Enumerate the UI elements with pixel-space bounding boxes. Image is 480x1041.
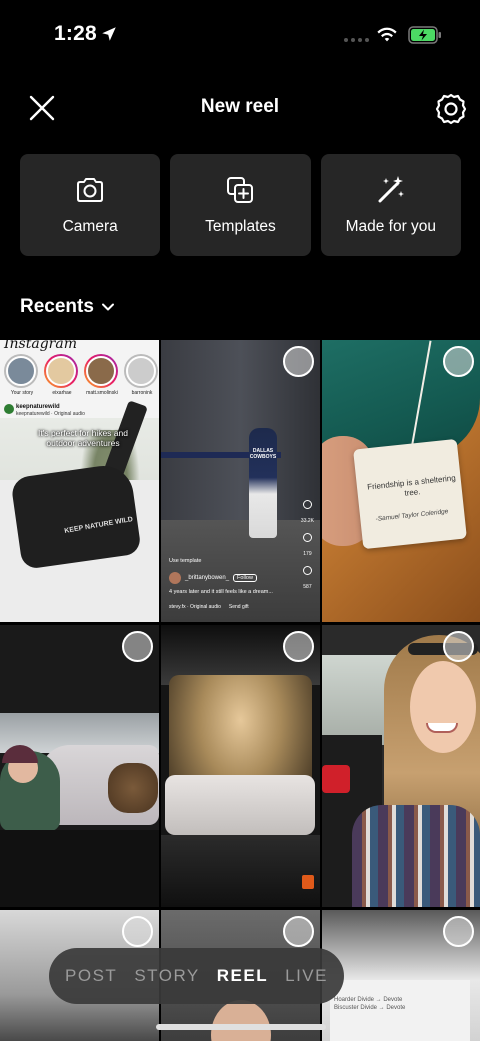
- templates-option-button[interactable]: Templates: [170, 154, 311, 256]
- wifi-icon: [377, 27, 397, 42]
- media-thumbnail[interactable]: Instagram Your story eixarhae matt.smoli…: [0, 340, 159, 622]
- account-avatar: [4, 404, 14, 414]
- post-caption: It's perfect for hikes and outdoor adven…: [38, 428, 128, 448]
- reel-username: _brittanybowen_: [185, 575, 230, 581]
- jersey-text: DALLAS COWBOYS: [249, 448, 277, 460]
- media-thumbnail[interactable]: Hoarder Divide → Devote Biscuster Divide…: [322, 910, 480, 1041]
- media-thumbnail[interactable]: [161, 625, 320, 907]
- mode-switcher: POST STORY REEL LIVE: [49, 948, 344, 1004]
- reel-action-icons: 33.2K 179 587: [301, 500, 314, 590]
- media-grid: Instagram Your story eixarhae matt.smoli…: [0, 340, 480, 1041]
- whiteboard-text: Hoarder Divide → Devote Biscuster Divide…: [334, 997, 406, 1011]
- create-options: Camera Templates Made for you: [20, 154, 461, 256]
- account-name: keepnaturewild: [16, 404, 60, 410]
- select-circle[interactable]: [122, 631, 153, 662]
- sling-bag-image: [10, 462, 142, 570]
- templates-icon: [227, 177, 254, 203]
- comment-icon: [302, 533, 312, 542]
- media-thumbnail[interactable]: [0, 625, 159, 907]
- avatar: [169, 572, 181, 584]
- page-title: New reel: [200, 96, 280, 117]
- cellular-signal-icon: [344, 38, 369, 42]
- mode-live-tab[interactable]: LIVE: [285, 966, 328, 986]
- header: New reel: [0, 82, 480, 134]
- story-avatar: Your story: [4, 354, 40, 396]
- use-template-label: Use template: [169, 558, 202, 564]
- player-figure: [249, 428, 277, 538]
- story-avatar: barronink: [124, 354, 159, 396]
- select-circle[interactable]: [283, 346, 314, 377]
- made-for-you-option-button[interactable]: Made for you: [320, 154, 461, 256]
- reel-user-row: _brittanybowen_ Follow: [169, 572, 257, 584]
- recents-album-selector[interactable]: Recents: [20, 296, 116, 318]
- reel-audio-row: stevy.fx · Original audio Send gift: [169, 604, 249, 610]
- heart-icon: [302, 500, 312, 509]
- camera-option-label: Camera: [62, 218, 118, 235]
- account-subtitle: keepnaturewild · Original audio: [16, 411, 85, 417]
- status-time: 1:28: [54, 22, 97, 45]
- chevron-down-icon: [101, 303, 114, 311]
- settings-gear-icon[interactable]: [434, 92, 468, 126]
- magic-wand-icon: [378, 176, 404, 203]
- send-gift-label: Send gift: [228, 604, 249, 610]
- media-thumbnail[interactable]: [322, 625, 480, 907]
- audio-label: stevy.fx · Original audio: [169, 604, 221, 610]
- stories-row: Your story eixarhae matt.smolinski barro…: [4, 354, 159, 396]
- battery-charging-icon: [408, 26, 441, 44]
- location-arrow-icon: [102, 27, 116, 41]
- made-for-you-option-label: Made for you: [345, 218, 437, 235]
- mode-post-tab[interactable]: POST: [65, 966, 117, 986]
- follow-label: Follow: [233, 574, 257, 582]
- select-circle[interactable]: [443, 916, 474, 947]
- home-indicator[interactable]: [156, 1024, 326, 1030]
- media-thumbnail[interactable]: DALLAS COWBOYS 33.2K 179 587 Use templat…: [161, 340, 320, 622]
- camera-icon: [77, 178, 104, 202]
- instagram-wordmark: Instagram: [4, 340, 77, 352]
- mode-reel-tab[interactable]: REEL: [217, 966, 268, 986]
- select-circle[interactable]: [283, 916, 314, 947]
- select-circle[interactable]: [283, 631, 314, 662]
- camera-option-button[interactable]: Camera: [20, 154, 161, 256]
- recents-label: Recents: [20, 296, 94, 317]
- select-circle[interactable]: [443, 631, 474, 662]
- reel-caption: 4 years later and it still feels like a …: [169, 589, 273, 595]
- select-circle[interactable]: [443, 346, 474, 377]
- select-circle[interactable]: [122, 916, 153, 947]
- media-thumbnail[interactable]: Friendship is a sheltering tree. -Samuel…: [322, 340, 480, 622]
- share-icon: [302, 566, 312, 575]
- templates-option-label: Templates: [205, 218, 276, 235]
- story-avatar: eixarhae: [44, 354, 80, 396]
- mode-story-tab[interactable]: STORY: [134, 966, 199, 986]
- status-bar: 1:28: [0, 0, 480, 72]
- story-avatar: matt.smolinski: [84, 354, 120, 396]
